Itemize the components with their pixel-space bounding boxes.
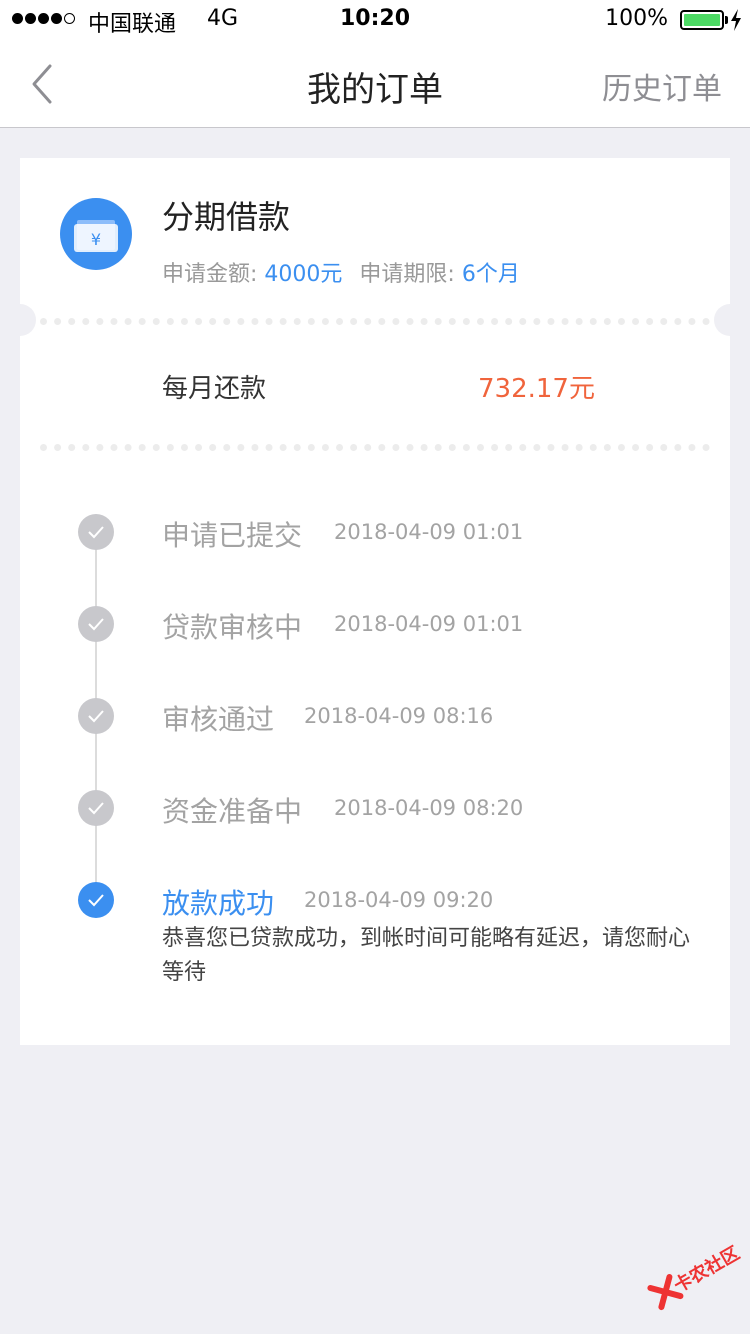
watermark-text: 卡农社区 [670, 1242, 744, 1297]
success-message: 恭喜您已贷款成功，到帐时间可能略有延迟，请您耐心等待 [162, 926, 691, 985]
check-icon [78, 882, 114, 918]
timeline-step-title: 放款成功 [162, 887, 275, 920]
order-card: ¥ 分期借款 申请金额: 4000元 申请期限: 6个月 每月还款 732.17… [4, 158, 746, 1045]
loan-type-title: 分期借款 [162, 198, 291, 236]
timeline-step-title: 审核通过 [162, 703, 275, 736]
timeline-step-title: 资金准备中 [162, 795, 303, 828]
divider [40, 318, 710, 325]
monthly-repayment-value: 732.17元 [478, 374, 595, 404]
watermark-logo: 卡农社区 [638, 1226, 750, 1331]
ticket-notch-left [4, 304, 36, 336]
history-orders-button[interactable]: 历史订单 [602, 64, 722, 108]
timeline-step-time: 2018-04-09 01:01 [334, 520, 524, 544]
amount-value: 4000元 [264, 262, 343, 287]
check-icon [78, 514, 114, 550]
amount-label: 申请金额: [162, 262, 258, 287]
battery-icon [680, 10, 724, 30]
monthly-repayment-label: 每月还款 [162, 374, 267, 404]
battery-tip [725, 16, 728, 24]
wallet-yen-icon: ¥ [60, 198, 132, 270]
check-icon [78, 698, 114, 734]
battery-percentage: 100% [605, 6, 668, 31]
timeline-step-time: 2018-04-09 08:20 [334, 796, 524, 820]
term-label: 申请期限: [359, 262, 455, 287]
loan-details: 申请金额: 4000元 申请期限: 6个月 [162, 256, 520, 288]
status-bar: 中国联通 4G 10:20 100% [0, 0, 750, 40]
check-icon [78, 606, 114, 642]
yen-glyph: ¥ [91, 230, 101, 249]
divider [40, 444, 710, 451]
timeline-step-time: 2018-04-09 09:20 [304, 888, 494, 912]
timeline-step-time: 2018-04-09 01:01 [334, 612, 524, 636]
navigation-bar: 我的订单 历史订单 [0, 40, 750, 128]
charging-bolt-icon [731, 9, 741, 31]
ticket-notch-right [714, 304, 746, 336]
timeline-step-time: 2018-04-09 08:16 [304, 704, 494, 728]
check-icon [78, 790, 114, 826]
timeline-step-title: 申请已提交 [162, 519, 303, 552]
timeline-step-title: 贷款审核中 [162, 611, 303, 644]
term-value: 6个月 [461, 262, 520, 287]
